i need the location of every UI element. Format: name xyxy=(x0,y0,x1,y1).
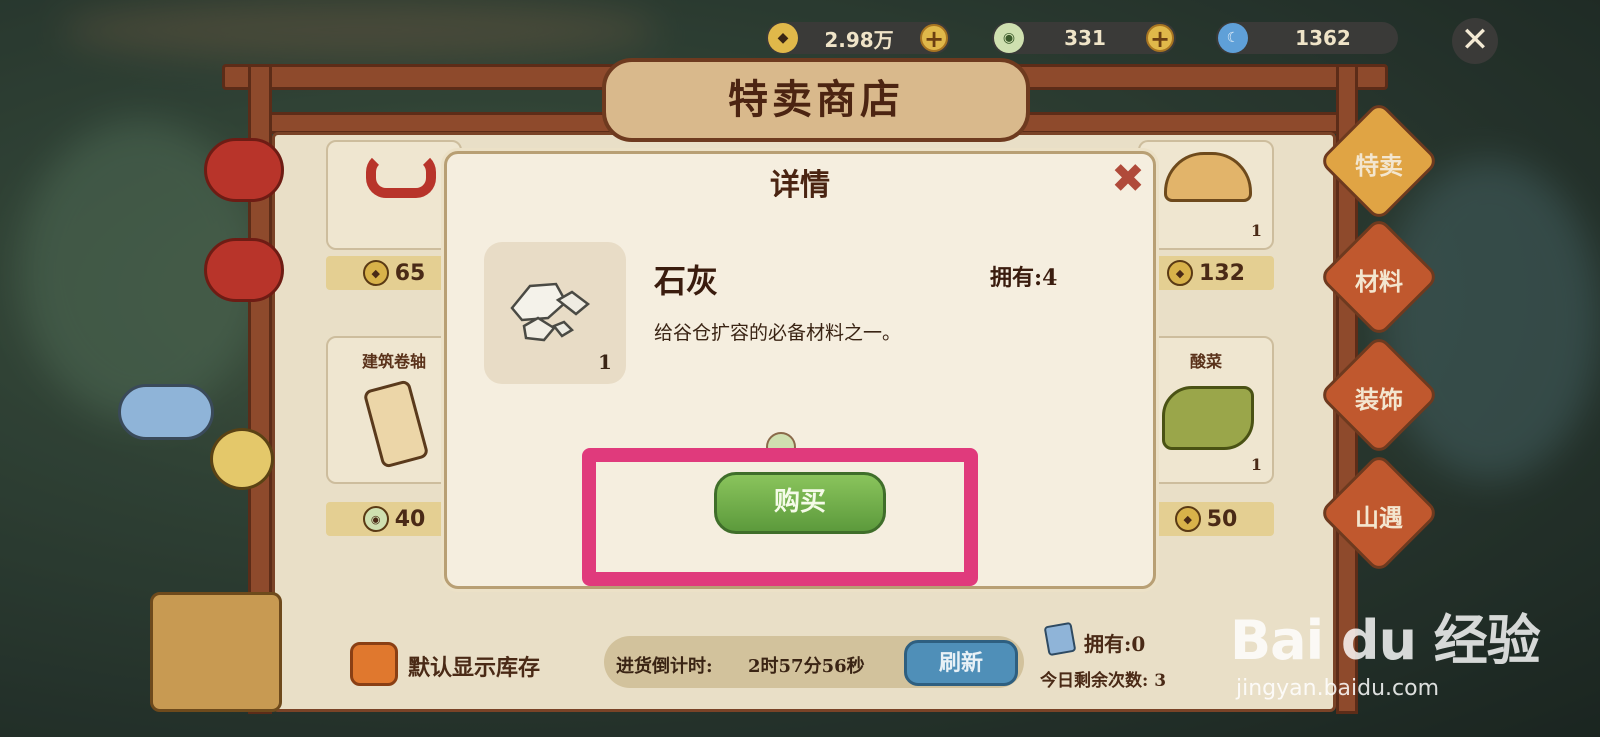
lantern-icon xyxy=(204,138,284,202)
red-ribbon-icon xyxy=(366,152,436,198)
moon-icon: ☾ xyxy=(1218,23,1248,53)
currency-value: 1362 xyxy=(1295,26,1351,50)
shop-item-card[interactable]: 建筑卷轴 xyxy=(326,336,462,484)
diamond-coin-icon: ◆ xyxy=(362,260,389,286)
item-owned: 拥有:4 xyxy=(990,265,1058,291)
highlight-box xyxy=(582,448,978,586)
item-name: 石灰 xyxy=(654,262,719,300)
shop-item-card[interactable]: 1 xyxy=(1138,140,1274,250)
item-description: 给谷仓扩容的必备材料之一。 xyxy=(654,322,902,344)
currency-jade: ◉ 331 + xyxy=(992,22,1176,54)
remaining-count: 今日剩余次数: 3 xyxy=(1040,671,1167,691)
item-price: ◆ 132 xyxy=(1138,256,1274,290)
item-price: ◆ 50 xyxy=(1138,502,1274,536)
add-jade-button[interactable]: + xyxy=(1146,24,1174,52)
shop-item-card[interactable] xyxy=(326,140,462,250)
refresh-ticket-icon xyxy=(1043,621,1077,657)
default-stock-toggle[interactable] xyxy=(350,642,398,686)
modal-close-icon[interactable]: ✖ xyxy=(1108,159,1148,200)
diamond-coin-icon: ◆ xyxy=(768,23,798,53)
tab-materials-label: 材料 xyxy=(1355,267,1403,296)
currency-moon: ☾ 1362 xyxy=(1216,22,1398,54)
basket-icon xyxy=(150,592,282,712)
close-shop-button[interactable]: ✕ xyxy=(1452,18,1498,64)
steamer-icon xyxy=(1164,152,1252,202)
jade-coin-icon: ◉ xyxy=(994,23,1024,53)
item-price: ◉ 40 xyxy=(326,502,462,536)
currency-value: 331 xyxy=(1064,26,1106,50)
restock-timer: 2时57分56秒 xyxy=(748,656,865,677)
item-quantity: 1 xyxy=(598,350,612,374)
diamond-coin-icon: ◆ xyxy=(1174,506,1201,532)
lantern-icon xyxy=(204,238,284,302)
restock-label: 进货倒计时: xyxy=(616,656,713,677)
shop-item-card[interactable]: 酸菜 1 xyxy=(1138,336,1274,484)
add-coins-button[interactable]: + xyxy=(920,24,948,52)
shop-title: 特卖商店 xyxy=(602,58,1030,142)
diamond-coin-icon: ◆ xyxy=(1167,260,1194,286)
pickled-cabbage-icon xyxy=(1162,386,1254,450)
tab-special-label: 特卖 xyxy=(1355,151,1403,180)
refresh-button[interactable]: 刷新 xyxy=(904,640,1018,686)
watermark-logo: Bai du 经验 xyxy=(1230,609,1541,672)
cat-candy-icon xyxy=(210,428,274,490)
currency-coins: ◆ 2.98万 + xyxy=(766,22,950,54)
jade-coin-icon: ◉ xyxy=(362,506,389,532)
item-price: ◆ 65 xyxy=(326,256,462,290)
rabbit-candy-icon xyxy=(118,384,214,440)
scroll-icon xyxy=(362,379,430,469)
currency-value: 2.98万 xyxy=(824,27,894,52)
modal-title: 详情 xyxy=(770,168,830,203)
tab-decorations-label: 装饰 xyxy=(1355,385,1403,414)
refresh-ticket-owned: 拥有:0 xyxy=(1084,632,1146,656)
watermark-url: jingyan.baidu.com xyxy=(1236,676,1440,701)
tab-encounters-label: 山遇 xyxy=(1355,503,1403,532)
default-stock-label: 默认显示库存 xyxy=(408,655,541,681)
